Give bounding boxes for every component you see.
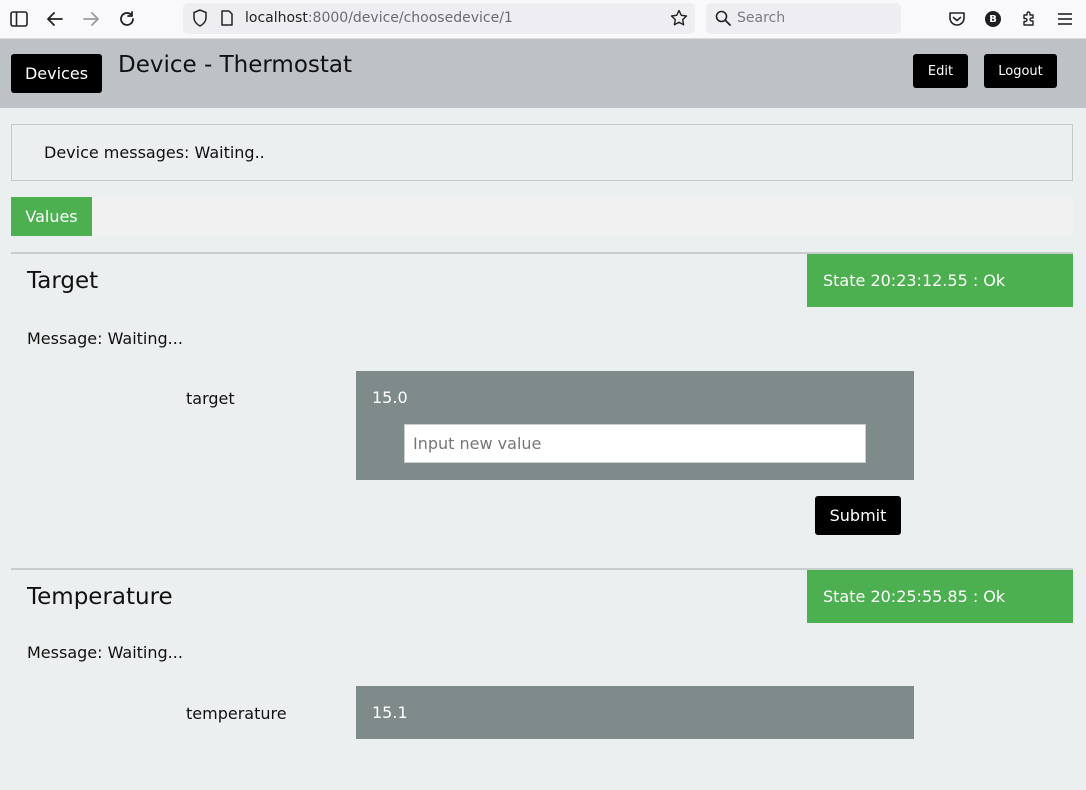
tab-bar: Values [11,197,1073,236]
value-panel: 15.1 [356,686,914,739]
value-label: temperature [186,704,287,723]
profile-avatar: B [985,11,1001,27]
new-value-input[interactable] [404,424,866,463]
search-icon [712,7,734,29]
devices-button[interactable]: Devices [11,54,102,93]
device-messages-text: Device messages: Waiting.. [44,143,265,162]
reload-icon[interactable] [116,8,138,30]
edit-button[interactable]: Edit [913,54,968,88]
section-title: Target [27,268,99,294]
address-bar[interactable]: localhost:8000/device/choosedevice/1 [183,3,695,34]
logout-button[interactable]: Logout [984,54,1057,88]
current-value: 15.0 [372,388,408,407]
back-icon[interactable] [44,8,66,30]
tab-values[interactable]: Values [11,197,92,236]
section-target: Target State 20:23:12.55 : Ok Message: W… [11,252,1073,568]
page-title: Device - Thermostat [118,52,352,78]
search-placeholder: Search [737,10,786,26]
star-icon[interactable] [668,7,690,29]
page-icon [216,7,238,29]
menu-icon[interactable] [1054,8,1076,30]
search-bar[interactable]: Search [706,3,901,34]
section-title: Temperature [27,584,173,610]
forward-icon[interactable] [80,8,102,30]
value-label: target [186,389,235,408]
value-panel: 15.0 [356,371,914,480]
section-message: Message: Waiting... [27,329,183,348]
sidebar-icon[interactable] [8,8,30,30]
section-temperature: Temperature State 20:25:55.85 : Ok Messa… [11,568,1073,790]
extensions-icon[interactable] [1018,8,1040,30]
pocket-icon[interactable] [946,8,968,30]
state-badge: State 20:25:55.85 : Ok [807,570,1073,623]
account-icon[interactable]: B [982,8,1004,30]
device-messages-box: Device messages: Waiting.. [11,124,1073,181]
url-text: localhost:8000/device/choosedevice/1 [245,10,513,26]
browser-toolbar: localhost:8000/device/choosedevice/1 Sea… [0,0,1086,39]
current-value: 15.1 [372,703,408,722]
state-badge: State 20:23:12.55 : Ok [807,254,1073,307]
shield-icon[interactable] [189,7,211,29]
section-message: Message: Waiting... [27,643,183,662]
submit-button[interactable]: Submit [815,496,901,535]
app-header: Devices Device - Thermostat Edit Logout [0,39,1086,108]
